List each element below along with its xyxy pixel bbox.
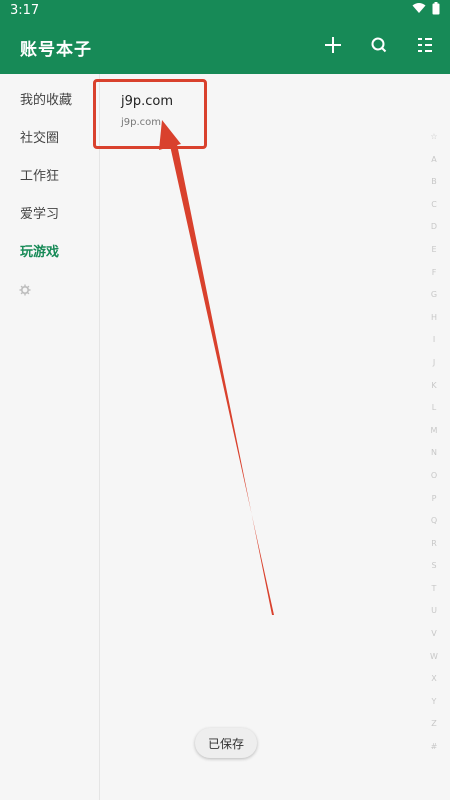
gear-icon <box>19 281 31 300</box>
alphabet-index-letter[interactable]: I <box>433 329 435 352</box>
alphabet-index-letter[interactable]: W <box>430 646 438 669</box>
alphabet-index-letter[interactable]: Z <box>431 713 436 736</box>
saved-toast: 已保存 <box>195 728 257 758</box>
alphabet-index-letter[interactable]: S <box>431 555 436 578</box>
sort-menu-button[interactable] <box>414 36 436 58</box>
alphabet-index-letter[interactable]: C <box>431 194 437 217</box>
annotation-highlight-box <box>93 79 207 149</box>
alphabet-index-letter[interactable]: F <box>432 262 437 285</box>
alphabet-index-letter[interactable]: H <box>431 307 437 330</box>
alphabet-index-letter[interactable]: K <box>431 375 436 398</box>
alphabet-index-letter[interactable]: J <box>433 352 435 375</box>
app-bar: 账号本子 <box>0 20 450 74</box>
alphabet-index-letter[interactable]: ☆ <box>430 126 437 149</box>
alphabet-index-letter[interactable]: O <box>431 465 437 488</box>
sidebar-item-social[interactable]: 社交圈 <box>0 120 99 158</box>
alphabet-index-letter[interactable]: B <box>431 171 437 194</box>
sidebar-item-favorites[interactable]: 我的收藏 <box>0 82 99 120</box>
alphabet-index-letter[interactable]: V <box>431 623 436 646</box>
status-time: 3:17 <box>10 2 40 18</box>
alphabet-index-letter[interactable]: G <box>431 284 437 307</box>
battery-icon <box>432 1 440 19</box>
alphabet-index[interactable]: ☆ A B C D E F G H I J K L M N O P Q R S T U V W X Y Z # <box>428 126 440 759</box>
alphabet-index-letter[interactable]: T <box>432 578 437 601</box>
sort-list-icon <box>416 36 434 58</box>
add-button[interactable] <box>322 36 344 58</box>
search-button[interactable] <box>368 36 390 58</box>
add-icon <box>324 36 342 58</box>
app-title: 账号本子 <box>20 39 92 60</box>
wifi-icon <box>412 2 426 18</box>
sidebar-item-games[interactable]: 玩游戏 <box>0 234 99 272</box>
status-bar: 3:17 <box>0 0 450 20</box>
alphabet-index-letter[interactable]: M <box>431 420 438 443</box>
alphabet-index-letter[interactable]: E <box>431 239 436 262</box>
alphabet-index-letter[interactable]: X <box>431 668 436 691</box>
category-settings-button[interactable] <box>0 278 99 302</box>
category-sidebar: 我的收藏 社交圈 工作狂 爱学习 玩游戏 <box>0 74 100 800</box>
alphabet-index-letter[interactable]: U <box>431 600 437 623</box>
sidebar-item-study[interactable]: 爱学习 <box>0 196 99 234</box>
alphabet-index-letter[interactable]: N <box>431 442 437 465</box>
account-list: j9p.com j9p.com <box>101 74 450 800</box>
alphabet-index-letter[interactable]: Y <box>432 691 437 714</box>
alphabet-index-letter[interactable]: D <box>431 216 437 239</box>
search-icon <box>370 36 388 58</box>
alphabet-index-letter[interactable]: # <box>431 736 438 759</box>
alphabet-index-letter[interactable]: R <box>431 533 437 556</box>
alphabet-index-letter[interactable]: Q <box>431 510 437 533</box>
alphabet-index-letter[interactable]: P <box>432 488 437 511</box>
alphabet-index-letter[interactable]: L <box>432 397 436 420</box>
sidebar-item-work[interactable]: 工作狂 <box>0 158 99 196</box>
alphabet-index-letter[interactable]: A <box>431 149 436 172</box>
